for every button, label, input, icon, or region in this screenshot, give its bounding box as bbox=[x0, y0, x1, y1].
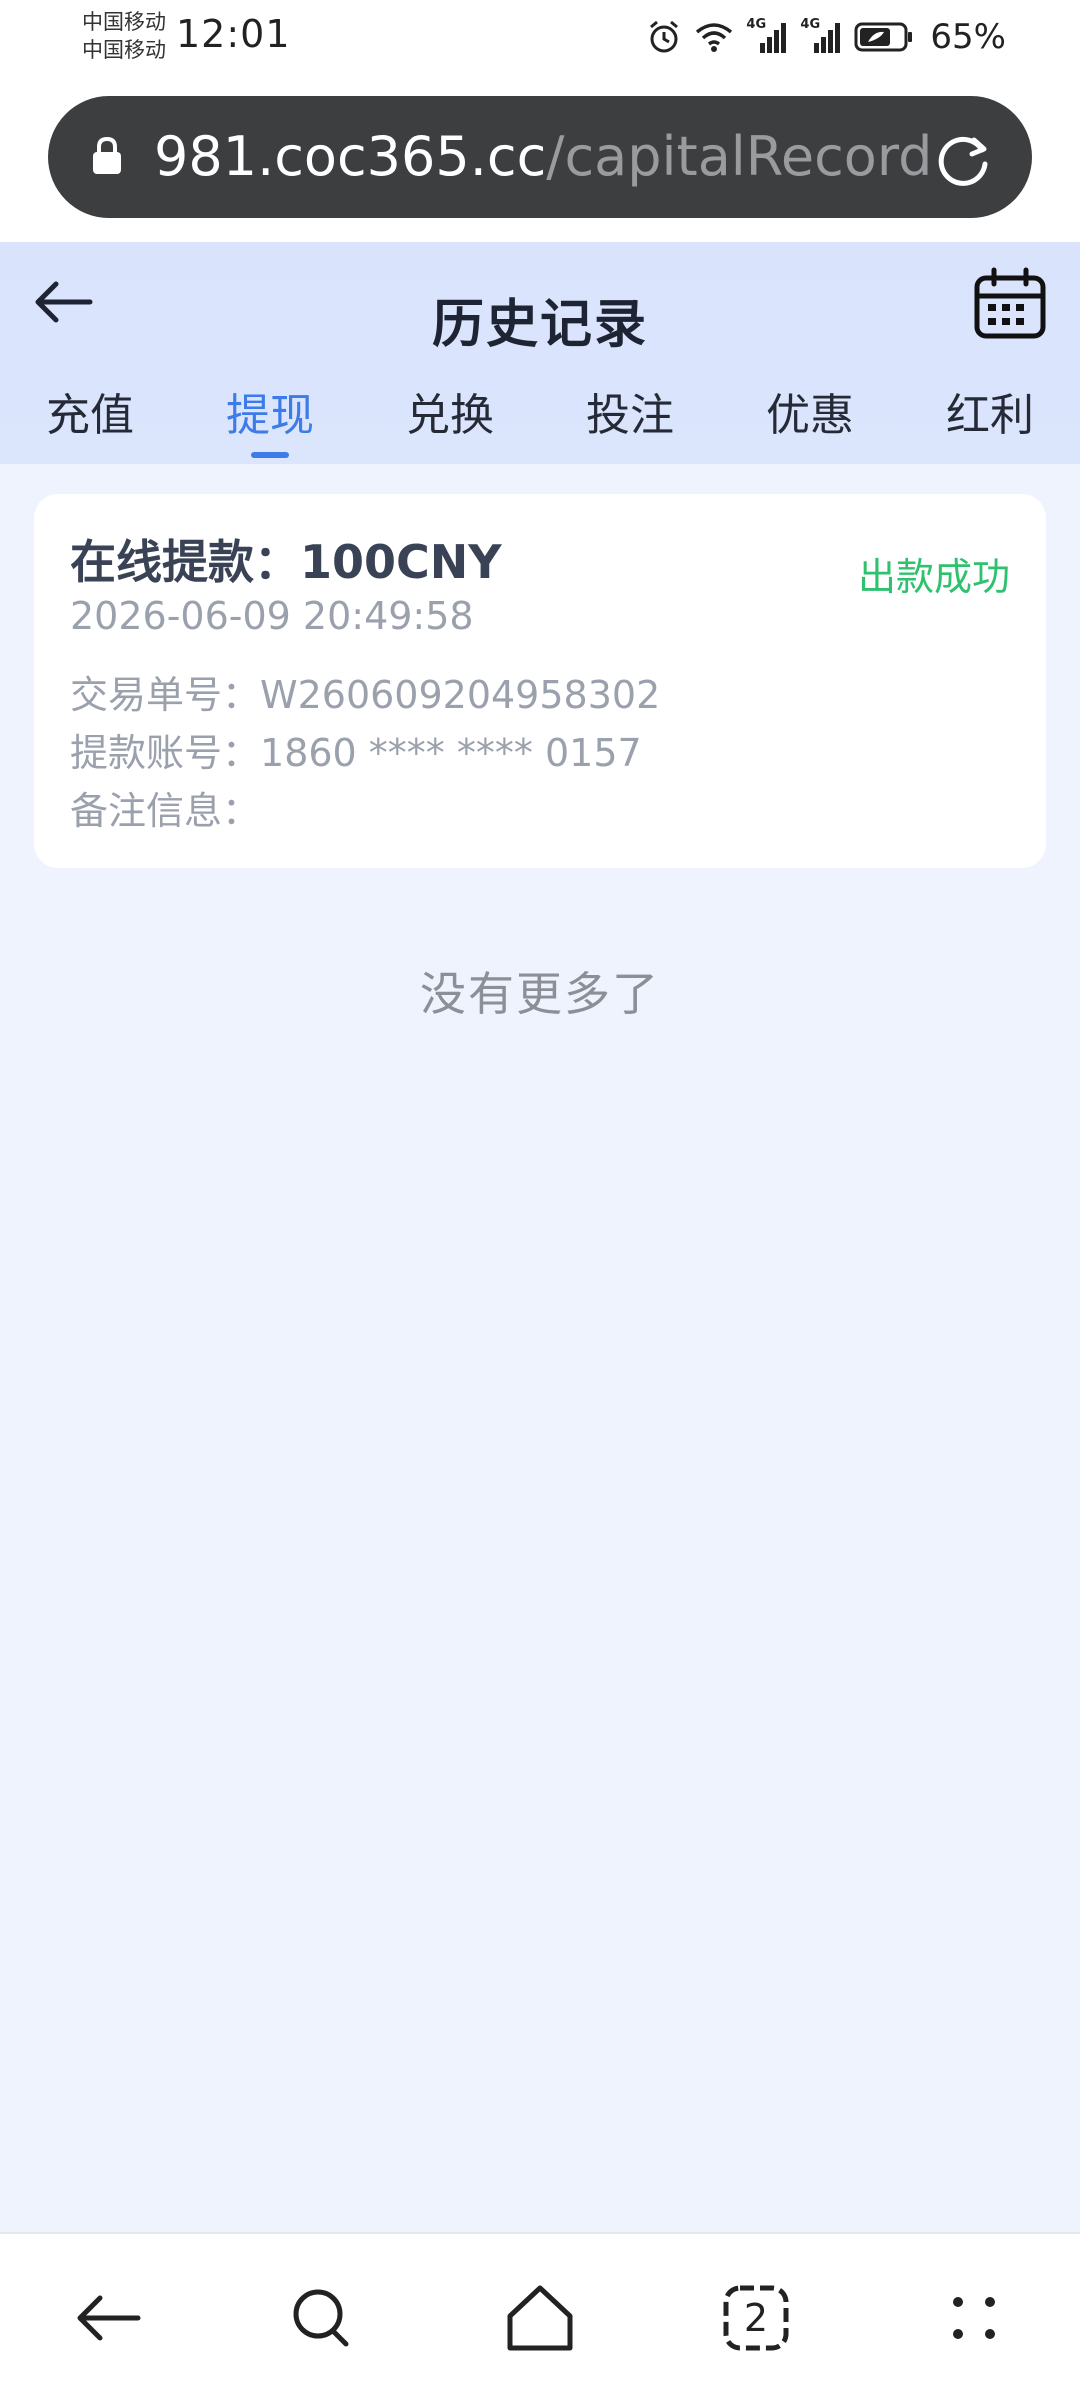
app-header: 历史记录 充值 提现 兑换 投注 优惠 红利 bbox=[0, 242, 1080, 464]
carrier-labels: 中国移动 中国移动 bbox=[82, 8, 166, 64]
tab-exchange[interactable]: 兑换 bbox=[360, 386, 540, 464]
tab-label: 红利 bbox=[946, 390, 1034, 441]
address-bar[interactable]: 981.coc365.cc/capitalRecord bbox=[48, 96, 1032, 218]
wifi-icon bbox=[696, 23, 733, 52]
battery-icon bbox=[854, 22, 913, 52]
order-number-value: W260609204958302 bbox=[260, 673, 661, 717]
status-icons: 4G 4G 65% bbox=[646, 14, 1006, 60]
url-text[interactable]: 981.coc365.cc/capitalRecord bbox=[154, 96, 932, 218]
tab-label: 投注 bbox=[586, 390, 674, 441]
calendar-icon bbox=[974, 267, 1046, 339]
tab-promotion[interactable]: 优惠 bbox=[720, 386, 900, 464]
order-number-label: 交易单号： bbox=[70, 673, 261, 717]
tab-label: 充值 bbox=[46, 390, 134, 441]
browser-toolbar: 981.coc365.cc/capitalRecord bbox=[0, 80, 1080, 242]
tab-bet[interactable]: 投注 bbox=[540, 386, 720, 464]
calendar-button[interactable] bbox=[972, 266, 1048, 342]
tab-withdraw[interactable]: 提现 bbox=[180, 386, 360, 464]
nav-menu-button[interactable] bbox=[934, 2278, 1014, 2358]
reload-icon[interactable] bbox=[934, 128, 994, 188]
account-value: 1860 **** **** 0157 bbox=[260, 731, 642, 775]
tab-label: 兑换 bbox=[406, 390, 494, 441]
record-status: 出款成功 bbox=[857, 555, 1010, 599]
carrier-1: 中国移动 bbox=[82, 10, 166, 34]
browser-bottom-nav: 2 bbox=[0, 2232, 1080, 2400]
signal-1: 4G bbox=[746, 17, 788, 57]
menu-dots-icon bbox=[953, 2297, 995, 2339]
nav-back-button[interactable] bbox=[68, 2278, 148, 2358]
url-host: 981.coc365.cc bbox=[154, 125, 547, 188]
list-end-text: 没有更多了 bbox=[420, 967, 660, 1021]
url-path: /capitalRecord bbox=[546, 125, 933, 188]
tab-recharge[interactable]: 充值 bbox=[0, 386, 180, 464]
tab-bonus[interactable]: 红利 bbox=[900, 386, 1080, 464]
carrier-2: 中国移动 bbox=[82, 38, 166, 62]
record-type-tabs: 充值 提现 兑换 投注 优惠 红利 bbox=[0, 386, 1080, 464]
status-bar: 中国移动 中国移动 12:01 4G 4G 65% bbox=[0, 0, 1080, 80]
tab-label: 提现 bbox=[226, 390, 314, 441]
page-title: 历史记录 bbox=[431, 295, 648, 355]
battery-percentage: 65% bbox=[930, 17, 1006, 57]
note-label: 备注信息： bbox=[70, 789, 261, 833]
signal-icon bbox=[814, 23, 841, 53]
account-label: 提款账号： bbox=[70, 731, 261, 775]
clock: 12:01 bbox=[176, 12, 291, 56]
tab-label: 优惠 bbox=[766, 390, 854, 441]
signal-icon bbox=[760, 23, 787, 53]
active-tab-indicator bbox=[251, 452, 289, 458]
note-row: 备注信息： bbox=[70, 782, 660, 840]
record-time: 2026-06-09 20:49:58 bbox=[70, 594, 474, 638]
order-number-row: 交易单号：W260609204958302 bbox=[70, 666, 660, 724]
signal-2: 4G bbox=[800, 17, 842, 57]
search-icon bbox=[293, 2289, 349, 2347]
home-icon bbox=[507, 2285, 573, 2351]
nav-search-button[interactable] bbox=[282, 2278, 362, 2358]
record-title: 在线提款：100CNY bbox=[70, 535, 502, 589]
record-details: 交易单号：W260609204958302 提款账号：1860 **** ***… bbox=[70, 666, 660, 840]
tab-count: 2 bbox=[743, 2296, 769, 2340]
arrow-left-icon bbox=[77, 2295, 141, 2341]
account-row: 提款账号：1860 **** **** 0157 bbox=[70, 724, 660, 782]
lock-icon bbox=[93, 136, 121, 174]
alarm-icon bbox=[650, 20, 679, 53]
nav-tabs-button[interactable]: 2 bbox=[716, 2278, 796, 2358]
withdrawal-record-card[interactable]: 在线提款：100CNY 出款成功 2026-06-09 20:49:58 交易单… bbox=[34, 494, 1046, 868]
nav-home-button[interactable] bbox=[500, 2278, 580, 2358]
